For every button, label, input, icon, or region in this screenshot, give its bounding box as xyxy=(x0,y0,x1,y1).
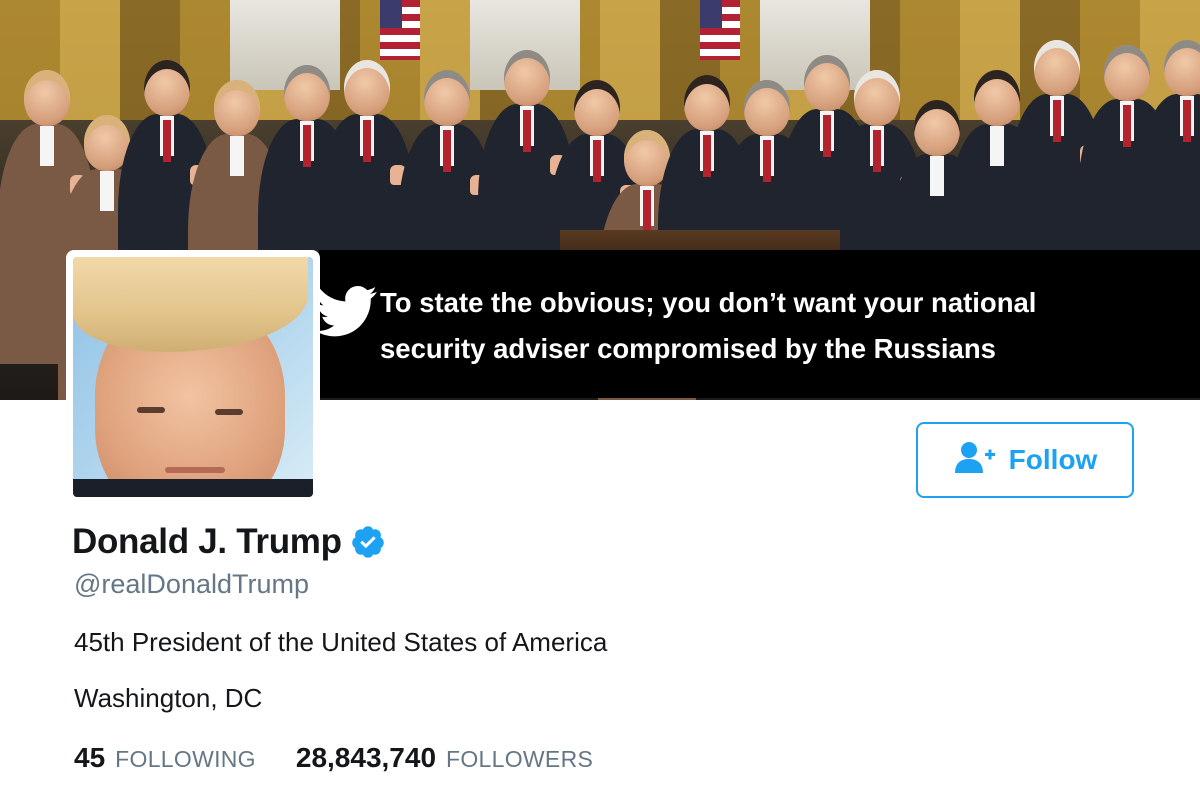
avatar[interactable] xyxy=(66,250,320,504)
crowd-head xyxy=(854,70,900,126)
follow-button[interactable]: Follow xyxy=(916,422,1134,498)
profile-name-text: Donald J. Trump xyxy=(72,522,342,561)
flag-graphic xyxy=(380,0,420,60)
following-count: 45 xyxy=(74,742,106,773)
crowd-head xyxy=(344,60,390,116)
crowd-tie xyxy=(363,120,371,162)
profile-name[interactable]: Donald J. Trump xyxy=(72,522,386,562)
crowd-tie xyxy=(643,190,651,232)
followers-stat[interactable]: 28,843,740 FOLLOWERS xyxy=(296,742,593,774)
banner-tweet-text: To state the obvious; you don’t want you… xyxy=(380,280,1180,372)
crowd-head xyxy=(914,100,960,156)
crowd-tie xyxy=(163,120,171,162)
crowd-shirt xyxy=(990,126,1004,166)
crowd-tie xyxy=(763,140,771,182)
followers-count: 28,843,740 xyxy=(295,742,437,773)
flag-graphic xyxy=(700,0,740,60)
crowd-tie xyxy=(523,110,531,152)
profile-location: Washington, DC xyxy=(74,683,263,713)
crowd-tie xyxy=(443,130,451,172)
crowd-head xyxy=(684,75,730,131)
crowd-shirt xyxy=(230,136,244,176)
crowd-tie xyxy=(1123,105,1131,147)
crowd-tie xyxy=(303,125,311,167)
avatar-mouth xyxy=(165,467,225,473)
profile-bio: 45th President of the United States of A… xyxy=(74,627,608,657)
banner-line: security adviser compromised by the Russ… xyxy=(380,333,996,364)
crowd-head xyxy=(284,65,330,121)
screen-name[interactable]: @realDonaldTrump xyxy=(74,569,309,600)
verified-badge-icon xyxy=(350,524,386,560)
crowd-head xyxy=(144,60,190,116)
crowd-head xyxy=(214,80,260,136)
avatar-eye xyxy=(137,407,165,413)
add-user-icon xyxy=(953,439,997,482)
avatar-eye xyxy=(215,409,243,415)
crowd-tie xyxy=(1053,100,1061,142)
crowd-head xyxy=(974,70,1020,126)
crowd-tie xyxy=(873,130,881,172)
crowd-head xyxy=(804,55,850,111)
following-stat[interactable]: 45 FOLLOWING xyxy=(74,742,256,774)
crowd-head xyxy=(744,80,790,136)
avatar-coat xyxy=(73,479,313,497)
crowd-head xyxy=(574,80,620,136)
crowd-tie xyxy=(1183,100,1191,142)
crowd-shirt xyxy=(100,171,114,211)
crowd-tie xyxy=(823,115,831,157)
crowd-head xyxy=(1034,40,1080,96)
crowd-shirt xyxy=(40,126,54,166)
crowd-shirt xyxy=(930,156,944,196)
twitter-bird-icon xyxy=(315,280,378,342)
crowd-head xyxy=(424,70,470,126)
avatar-photo xyxy=(73,257,313,497)
crowd-tie xyxy=(593,140,601,182)
crowd-tie xyxy=(703,135,711,177)
banner-line: To state the obvious; you don’t want you… xyxy=(380,287,1037,318)
avatar-hair xyxy=(73,257,308,352)
follow-label: Follow xyxy=(1008,444,1098,475)
crowd-head xyxy=(504,50,550,106)
crowd-head xyxy=(1104,45,1150,101)
crowd-head xyxy=(1164,40,1200,96)
profile-stats: 45 FOLLOWING 28,843,740 FOLLOWERS xyxy=(74,742,593,774)
following-label: FOLLOWING xyxy=(115,746,256,772)
crowd-head xyxy=(24,70,70,126)
followers-label: FOLLOWERS xyxy=(446,746,594,772)
